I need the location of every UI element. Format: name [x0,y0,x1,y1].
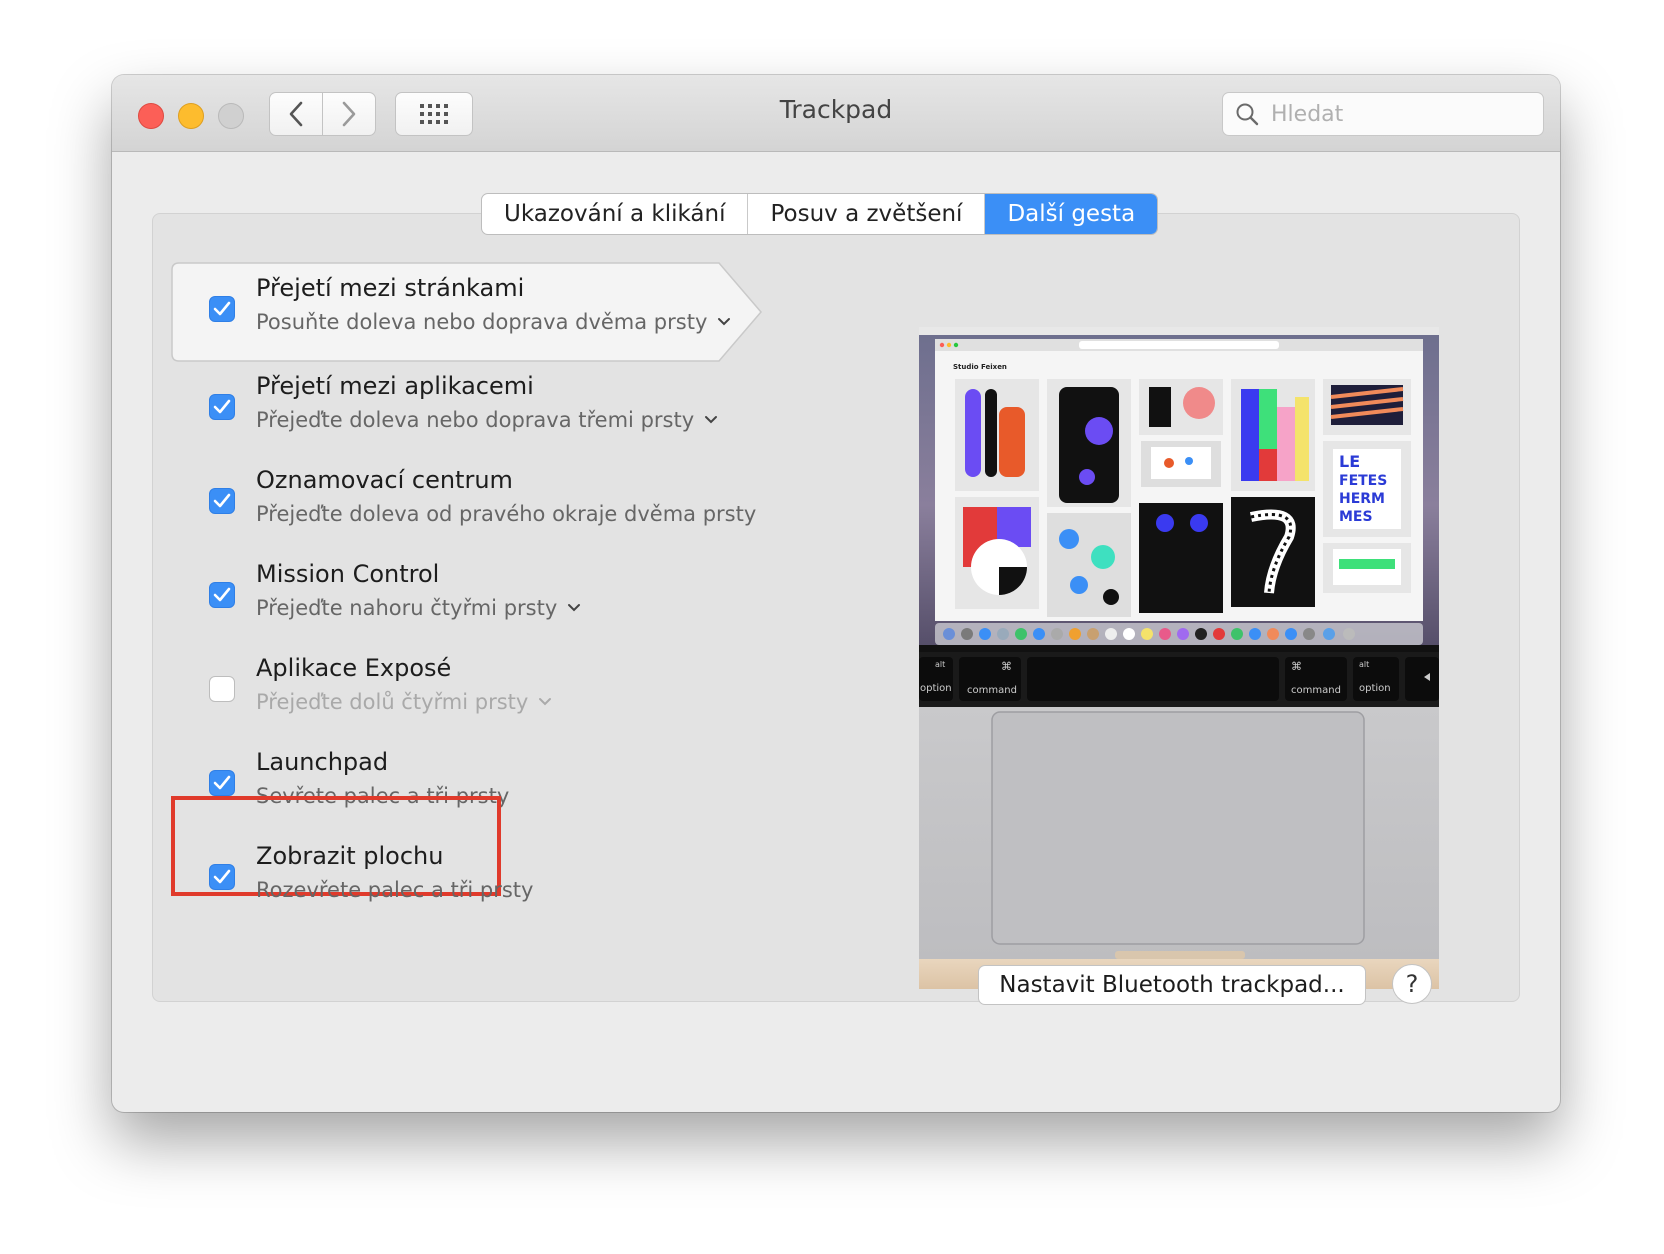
gesture-checkbox[interactable] [209,864,235,890]
gesture-show-desktop[interactable]: Zobrazit plochu Rozevřete palec a tři pr… [171,830,731,928]
svg-text:LE: LE [1339,452,1360,471]
gesture-swipe-apps[interactable]: Přejetí mezi aplikacemi Přejeďte doleva … [171,360,731,458]
checkmark-icon [213,301,231,316]
svg-text:FETES: FETES [1339,473,1387,489]
gesture-subtitle: Přejeďte doleva nebo doprava třemi prsty [256,408,695,432]
preferences-window: Trackpad Ukazování a klikání Posuv a zvě… [112,75,1560,1112]
gesture-checkbox[interactable] [209,676,235,702]
search-field[interactable] [1222,92,1544,136]
macbook-illustration: Studio Feixen LE FETES HERM MES alt opti… [919,327,1439,989]
gesture-checkbox[interactable] [209,488,235,514]
gesture-checkbox[interactable] [209,296,235,322]
gesture-notification-center[interactable]: Oznamovací centrum Přejeďte doleva od pr… [171,454,756,552]
checkmark-icon [213,775,231,790]
gesture-app-expose[interactable]: Aplikace Exposé Přejeďte dolů čtyřmi prs… [171,642,731,740]
gesture-title: Mission Control [256,560,440,588]
key-option-left: option [920,683,952,694]
chevron-down-icon [718,318,731,326]
key-alt-right: alt [1359,660,1369,669]
gesture-title: Launchpad [256,748,389,776]
checkmark-icon [213,493,231,508]
gesture-checkbox[interactable] [209,770,235,796]
checkmark-icon [213,587,231,602]
key-cmd-symbol-left: ⌘ [1001,660,1012,673]
title-bar: Trackpad [112,75,1560,152]
key-option-right: option [1359,683,1391,694]
gesture-subtitle: Posuňte doleva nebo doprava dvěma prsty [256,310,708,334]
gesture-mission-control[interactable]: Mission Control Přejeďte nahoru čtyřmi p… [171,548,731,646]
svg-text:HERM: HERM [1339,491,1385,507]
gesture-subtitle: Přejeďte nahoru čtyřmi prsty [256,596,558,620]
key-alt-left: alt [935,660,945,669]
chevron-down-icon [568,604,581,612]
checkmark-icon [213,869,231,884]
gestures-panel: Přejetí mezi stránkami Posuňte doleva ne… [152,213,1520,1002]
gesture-option-popup[interactable]: Přejeďte nahoru čtyřmi prsty [256,596,581,620]
tab-scroll-and-zoom[interactable]: Posuv a zvětšení [748,194,986,234]
chevron-down-icon [539,698,552,706]
key-cmd-symbol-right: ⌘ [1291,660,1302,673]
key-command-left: command [967,685,1017,696]
tab-more-gestures[interactable]: Další gesta [985,194,1158,234]
gesture-subtitle: Rozevřete palec a tři prsty [256,878,533,902]
gesture-checkbox[interactable] [209,394,235,420]
chevron-down-icon [705,416,718,424]
gesture-subtitle-text: Rozevřete palec a tři prsty [256,878,534,902]
search-icon [1236,103,1259,126]
gesture-swipe-pages[interactable]: Přejetí mezi stránkami Posuňte doleva ne… [171,262,791,367]
key-command-right: command [1291,685,1341,696]
checkmark-icon [213,399,231,414]
gesture-title: Přejetí mezi stránkami [256,274,525,302]
gesture-subtitle-text: Přejeďte doleva od pravého okraje dvěma … [256,502,757,526]
help-button[interactable]: ? [1392,964,1432,1004]
tab-bar: Ukazování a klikání Posuv a zvětšení Dal… [481,193,1159,235]
gesture-title: Přejetí mezi aplikacemi [256,372,534,400]
tab-point-and-click[interactable]: Ukazování a klikání [482,194,749,234]
gesture-option-popup[interactable]: Přejeďte dolů čtyřmi prsty [256,690,552,714]
gesture-preview-video: Studio Feixen LE FETES HERM MES alt opti… [919,327,1439,989]
gesture-checkbox[interactable] [209,582,235,608]
gesture-option-popup[interactable]: Přejeďte doleva nebo doprava třemi prsty [256,408,718,432]
gesture-title: Zobrazit plochu [256,842,444,870]
gesture-option-popup[interactable]: Posuňte doleva nebo doprava dvěma prsty [256,310,731,334]
gesture-subtitle: Přejeďte doleva od pravého okraje dvěma … [256,502,756,526]
svg-text:MES: MES [1339,509,1373,525]
site-title: Studio Feixen [953,363,1007,371]
search-input[interactable] [1269,100,1523,128]
gesture-title: Aplikace Exposé [256,654,452,682]
gesture-subtitle: Přejeďte dolů čtyřmi prsty [256,690,529,714]
setup-bluetooth-trackpad-button[interactable]: Nastavit Bluetooth trackpad... [978,965,1366,1005]
gesture-title: Oznamovací centrum [256,466,513,494]
